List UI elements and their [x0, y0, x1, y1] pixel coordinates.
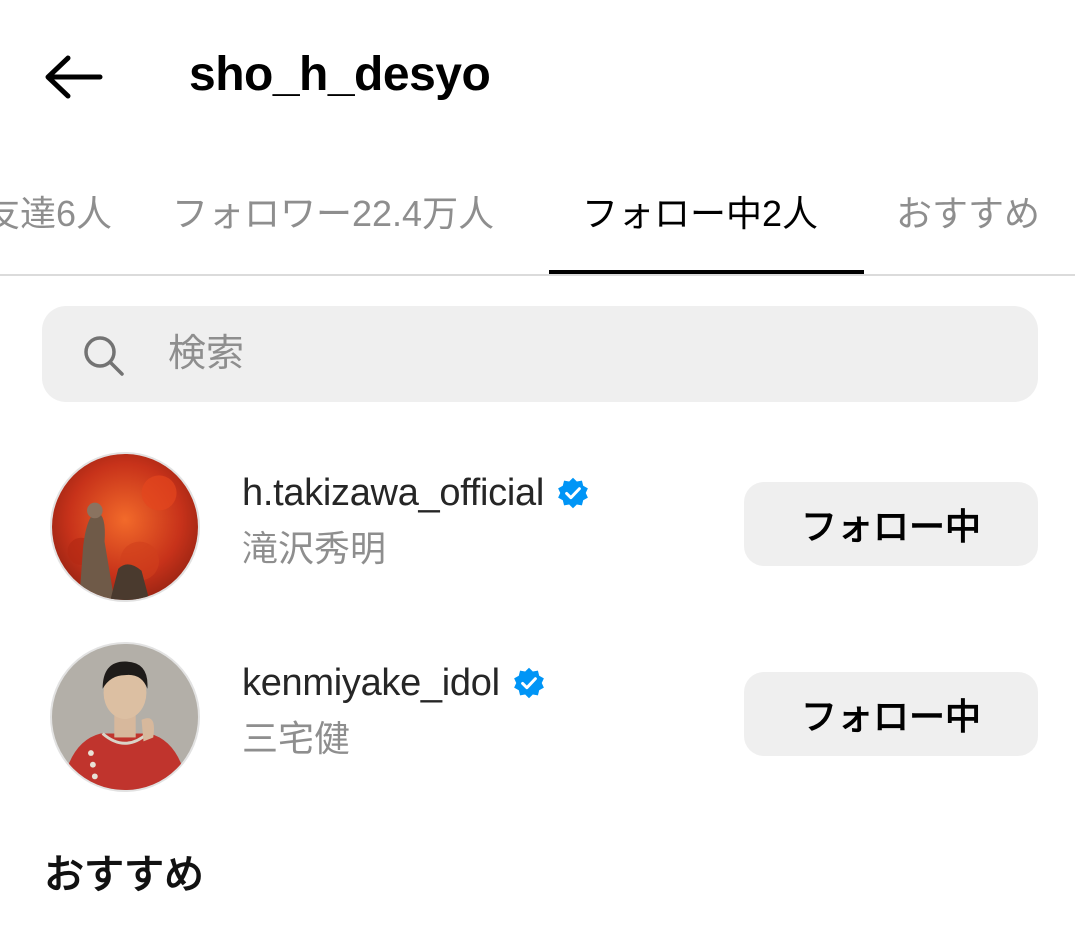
verified-badge-icon	[513, 667, 544, 699]
avatar[interactable]	[50, 452, 200, 602]
tab-bar: 友達6人 フォロワー22.4万人 フォロー中2人 おすすめ	[0, 168, 1075, 276]
username[interactable]: h.takizawa_official	[242, 470, 544, 516]
active-tab-indicator	[549, 270, 864, 274]
avatar[interactable]	[50, 642, 200, 792]
page-title: sho_h_desyo	[189, 48, 491, 101]
following-button[interactable]: フォロー中	[744, 482, 1038, 566]
back-button[interactable]	[40, 44, 106, 110]
avatar-image	[52, 644, 198, 790]
tab-suggested[interactable]: おすすめ	[896, 186, 1040, 242]
tab-following[interactable]: フォロー中2人	[582, 186, 818, 242]
tab-followers[interactable]: フォロワー22.4万人	[172, 186, 494, 242]
avatar-image	[52, 454, 198, 600]
top-bar: sho_h_desyo	[0, 0, 1075, 150]
search-icon	[84, 336, 124, 376]
search-input[interactable]	[168, 326, 968, 382]
tab-friends[interactable]: 友達6人	[0, 186, 112, 242]
search-bar[interactable]	[42, 306, 1038, 402]
list-item[interactable]: kenmiyake_idol 三宅健 フォロー中	[0, 642, 1075, 802]
full-name: 滝沢秀明	[242, 528, 387, 569]
list-item[interactable]: h.takizawa_official 滝沢秀明 フォロー中	[0, 452, 1075, 612]
full-name: 三宅健	[242, 718, 351, 759]
username-line: kenmiyake_idol	[242, 660, 546, 706]
username-line: h.takizawa_official	[242, 470, 590, 516]
suggested-section-title: おすすめ	[44, 853, 204, 897]
verified-badge-icon	[558, 477, 588, 509]
arrow-left-icon	[45, 55, 103, 99]
following-button[interactable]: フォロー中	[744, 672, 1038, 756]
username[interactable]: kenmiyake_idol	[242, 660, 500, 706]
